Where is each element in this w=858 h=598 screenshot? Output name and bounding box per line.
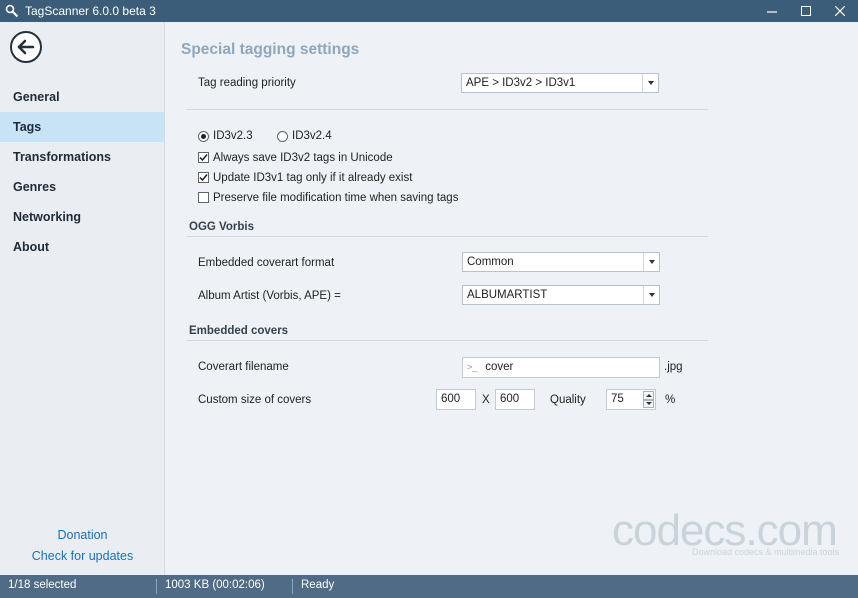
chevron-down-icon [643, 286, 659, 304]
album-artist-value: ALBUMARTIST [467, 289, 548, 301]
check-updates-link[interactable]: Check for updates [0, 549, 165, 563]
id3v23-label: ID3v2.3 [213, 130, 253, 142]
watermark-subtext: Download codecs & multimedia tools [692, 547, 840, 557]
window-title: TagScanner 6.0.0 beta 3 [25, 4, 156, 18]
maximize-button[interactable] [789, 0, 823, 22]
coverart-format-value: Common [467, 256, 514, 268]
id3v24-label: ID3v2.4 [292, 130, 332, 142]
quality-label: Quality [550, 394, 586, 406]
coverart-filename-input[interactable]: >_ cover [462, 357, 660, 378]
tag-priority-value: APE > ID3v2 > ID3v1 [466, 77, 576, 89]
coverart-filename-label: Coverart filename [198, 361, 289, 373]
caret-up-icon [645, 393, 652, 397]
status-divider [156, 579, 157, 594]
maximize-icon [801, 6, 811, 16]
donation-link[interactable]: Donation [0, 528, 165, 542]
update-id3v1-checkbox[interactable] [198, 172, 209, 183]
divider [186, 340, 708, 341]
album-artist-dropdown[interactable]: ALBUMARTIST [462, 285, 660, 305]
tag-priority-label: Tag reading priority [198, 77, 296, 89]
minimize-icon [767, 11, 777, 13]
id3v23-radio[interactable] [198, 131, 209, 142]
quality-unit: % [665, 394, 676, 406]
coverart-filename-value: cover [485, 361, 514, 373]
minimize-button[interactable] [755, 0, 789, 22]
close-button[interactable] [823, 0, 857, 22]
preserve-time-checkbox-label: Preserve file modification time when sav… [213, 192, 459, 204]
status-bar: 1/18 selected 1003 KB (00:02:06) Ready [0, 575, 858, 598]
checkmark-icon [199, 154, 208, 162]
preserve-time-checkbox[interactable] [198, 192, 209, 203]
size-separator: X [482, 394, 490, 406]
cover-height-input[interactable]: 600 [495, 389, 535, 410]
sidebar: General Tags Transformations Genres Netw… [0, 22, 165, 575]
stepper-up-button[interactable] [643, 391, 654, 400]
chevron-down-icon [643, 253, 659, 271]
caret-down-icon [645, 402, 652, 406]
divider [186, 236, 708, 237]
tag-priority-dropdown[interactable]: APE > ID3v2 > ID3v1 [461, 73, 659, 93]
covers-section-title: Embedded covers [189, 325, 289, 337]
coverart-format-label: Embedded coverart format [198, 257, 335, 269]
quality-stepper[interactable]: 75 [606, 389, 656, 410]
ogg-section-title: OGG Vorbis [189, 221, 254, 233]
settings-panel: Special tagging settings Tag reading pri… [166, 22, 858, 575]
page-title: Special tagging settings [181, 41, 360, 58]
terminal-prompt-icon: >_ [467, 362, 478, 372]
arrow-left-icon [17, 39, 35, 55]
coverart-format-dropdown[interactable]: Common [462, 252, 660, 272]
sidebar-item-tags[interactable]: Tags [0, 112, 164, 142]
back-button[interactable] [10, 31, 42, 63]
status-selection: 1/18 selected [8, 579, 77, 591]
checkmark-icon [199, 174, 208, 182]
custom-size-label: Custom size of covers [198, 394, 312, 406]
status-divider [292, 579, 293, 594]
chevron-down-icon [642, 74, 658, 92]
sidebar-item-genres[interactable]: Genres [0, 172, 164, 202]
divider [186, 109, 708, 110]
close-icon [835, 6, 845, 16]
coverart-extension-label: .jpg [664, 361, 683, 373]
stepper-down-button[interactable] [643, 399, 654, 408]
sidebar-item-transformations[interactable]: Transformations [0, 142, 164, 172]
sidebar-item-about[interactable]: About [0, 232, 164, 262]
quality-value: 75 [611, 393, 624, 405]
album-artist-label: Album Artist (Vorbis, APE) = [198, 290, 341, 302]
unicode-checkbox[interactable] [198, 152, 209, 163]
title-bar: TagScanner 6.0.0 beta 3 [0, 0, 858, 22]
sidebar-item-networking[interactable]: Networking [0, 202, 164, 232]
status-state: Ready [301, 579, 335, 591]
sidebar-item-general[interactable]: General [0, 82, 164, 112]
status-size: 1003 KB (00:02:06) [165, 579, 265, 591]
id3v24-radio[interactable] [277, 131, 288, 142]
magnifier-icon [5, 4, 19, 18]
update-id3v1-checkbox-label: Update ID3v1 tag only if it already exis… [213, 172, 413, 184]
cover-width-input[interactable]: 600 [436, 389, 476, 410]
unicode-checkbox-label: Always save ID3v2 tags in Unicode [213, 152, 393, 164]
